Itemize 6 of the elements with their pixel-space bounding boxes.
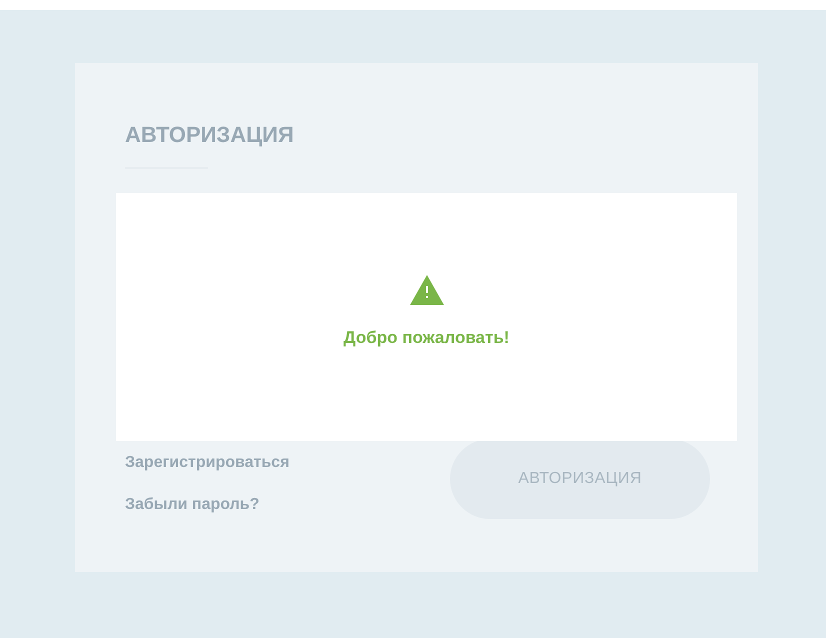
- forgot-password-link[interactable]: Забыли пароль?: [125, 493, 260, 517]
- form-title: АВТОРИЗАЦИЯ: [125, 121, 295, 149]
- warning-icon: [410, 275, 444, 305]
- register-link[interactable]: Зарегистрироваться: [125, 451, 290, 475]
- welcome-message: Добро пожаловать!: [344, 327, 510, 349]
- login-button[interactable]: АВТОРИЗАЦИЯ: [450, 439, 710, 519]
